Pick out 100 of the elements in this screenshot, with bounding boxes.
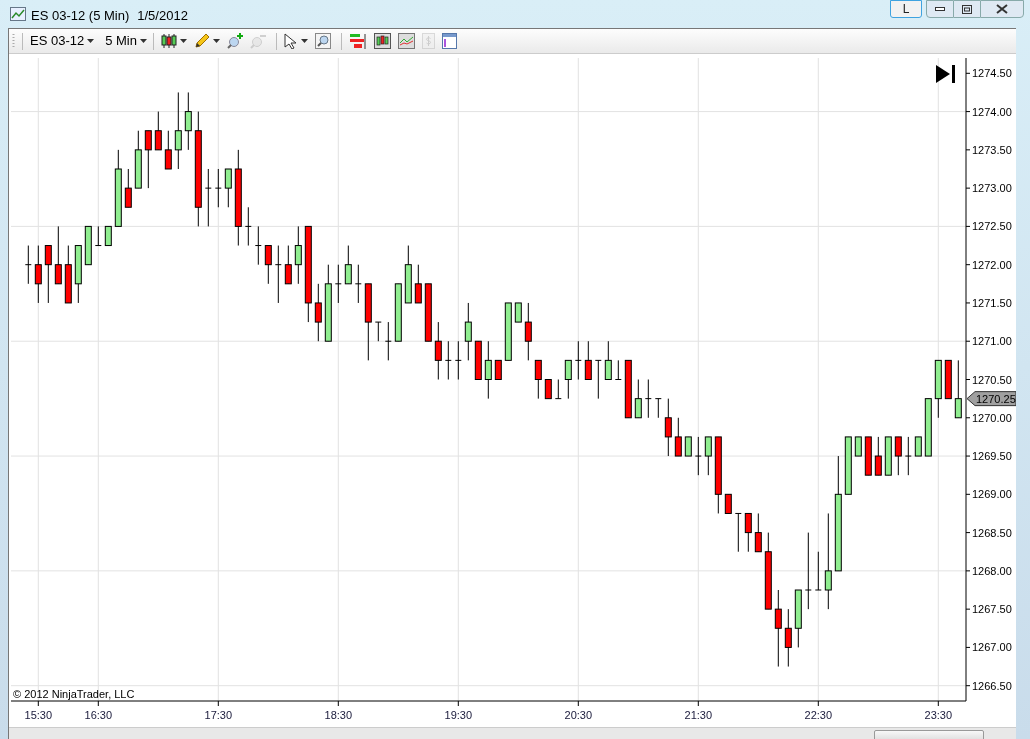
y-axis-label: 1272.00	[972, 258, 1012, 271]
toolbar-button[interactable]	[372, 33, 393, 49]
candlestick	[124, 168, 132, 208]
grip-icon	[12, 33, 15, 49]
candlestick	[564, 359, 572, 400]
candlestick	[394, 283, 402, 342]
y-axis-label: 1270.00	[972, 411, 1012, 424]
candlestick	[914, 436, 922, 457]
instrument-dropdown[interactable]: ES 03-12	[29, 31, 96, 51]
line-chart-icon	[398, 33, 415, 49]
candlesticks-icon	[161, 33, 177, 49]
candlestick	[214, 168, 222, 208]
candlestick	[24, 245, 32, 285]
y-axis-label: 1274.00	[972, 105, 1012, 118]
candlestick	[184, 91, 192, 151]
candlestick	[374, 321, 382, 342]
x-axis-label: 17:30	[204, 709, 233, 721]
bars-icon	[349, 33, 367, 49]
candlestick	[204, 168, 212, 227]
y-axis-label: 1269.50	[972, 450, 1012, 463]
caption-button[interactable]: L	[890, 0, 922, 18]
candlestick	[104, 225, 112, 247]
candlestick	[844, 436, 852, 495]
candlestick	[134, 130, 142, 189]
minimize-button[interactable]	[926, 0, 954, 18]
x-axis-label: 18:30	[324, 709, 353, 721]
candlestick	[684, 436, 692, 457]
caret-icon	[87, 39, 95, 43]
toolbar-button[interactable]	[159, 33, 189, 49]
candlestick	[474, 340, 482, 380]
candlestick	[244, 206, 252, 247]
candlestick	[344, 245, 352, 285]
horizontal-scrollbar[interactable]	[9, 727, 1016, 739]
y-axis-label: 1271.00	[972, 335, 1012, 348]
y-axis-label: 1267.00	[972, 641, 1012, 654]
candlestick	[644, 379, 652, 419]
x-axis-label: 22:30	[804, 709, 833, 721]
candlestick	[874, 436, 882, 476]
zoom-out-icon	[250, 33, 266, 49]
candlestick	[64, 245, 72, 304]
zoom-in-icon	[227, 33, 243, 49]
candlestick	[814, 551, 822, 591]
candlestick	[464, 302, 472, 361]
candlestick	[484, 340, 492, 400]
candlestick	[954, 359, 962, 419]
y-axis-label: 1271.50	[972, 296, 1012, 309]
interval-dropdown[interactable]: 5 Min	[104, 31, 148, 51]
x-axis-label: 15:30	[24, 709, 53, 721]
candlestick	[704, 436, 712, 476]
candlestick	[594, 359, 602, 400]
candlestick	[264, 245, 272, 285]
toolbar-button[interactable]	[282, 33, 310, 49]
y-axis-label: 1266.50	[972, 679, 1012, 692]
candlestick	[404, 245, 412, 304]
candlestick	[894, 436, 902, 476]
candlestick	[164, 130, 172, 170]
chart-app-icon	[10, 7, 26, 21]
close-button[interactable]	[980, 0, 1024, 18]
candlestick	[334, 264, 342, 304]
y-axis-label: 1267.50	[972, 603, 1012, 616]
window-icon	[442, 33, 457, 49]
minimize-icon	[935, 7, 945, 11]
scrollbar-thumb[interactable]	[874, 730, 984, 739]
y-axis-label: 1272.50	[972, 220, 1012, 233]
candlestick	[284, 245, 292, 285]
y-axis-label: 1273.50	[972, 143, 1012, 156]
candlestick	[654, 398, 662, 419]
candlesticks-icon	[374, 33, 391, 49]
pencil-icon	[194, 33, 210, 49]
candlestick	[554, 379, 562, 400]
candlestick	[854, 436, 862, 457]
window-title: ES 03-12 (5 Min)	[31, 7, 130, 25]
candlestick	[514, 302, 522, 323]
candlestick	[744, 512, 752, 553]
candlestick	[254, 225, 262, 266]
candlestick	[384, 321, 392, 361]
candlestick	[504, 302, 512, 361]
toolbar-button[interactable]	[192, 33, 222, 49]
candlestick	[534, 359, 542, 400]
candlestick	[44, 245, 52, 304]
dollar-document-icon	[422, 33, 435, 49]
candlestick	[274, 245, 282, 304]
y-axis-label: 1269.00	[972, 488, 1012, 501]
candlestick	[674, 417, 682, 457]
maximize-button[interactable]	[954, 0, 980, 18]
y-axis-label: 1268.00	[972, 564, 1012, 577]
candlestick	[614, 359, 622, 380]
skip-to-end-icon[interactable]	[936, 65, 955, 83]
candlestick	[604, 340, 612, 380]
candlestick	[754, 512, 762, 553]
candlestick	[94, 225, 102, 247]
candlestick	[314, 283, 322, 342]
price-marker: 1270.25	[966, 391, 1016, 407]
candlestick	[524, 302, 532, 361]
candlestick	[624, 359, 632, 419]
candlestick	[144, 130, 152, 189]
candlestick	[444, 340, 452, 380]
candlestick	[154, 111, 162, 151]
candlestick	[904, 436, 912, 476]
candlestick	[944, 359, 952, 400]
